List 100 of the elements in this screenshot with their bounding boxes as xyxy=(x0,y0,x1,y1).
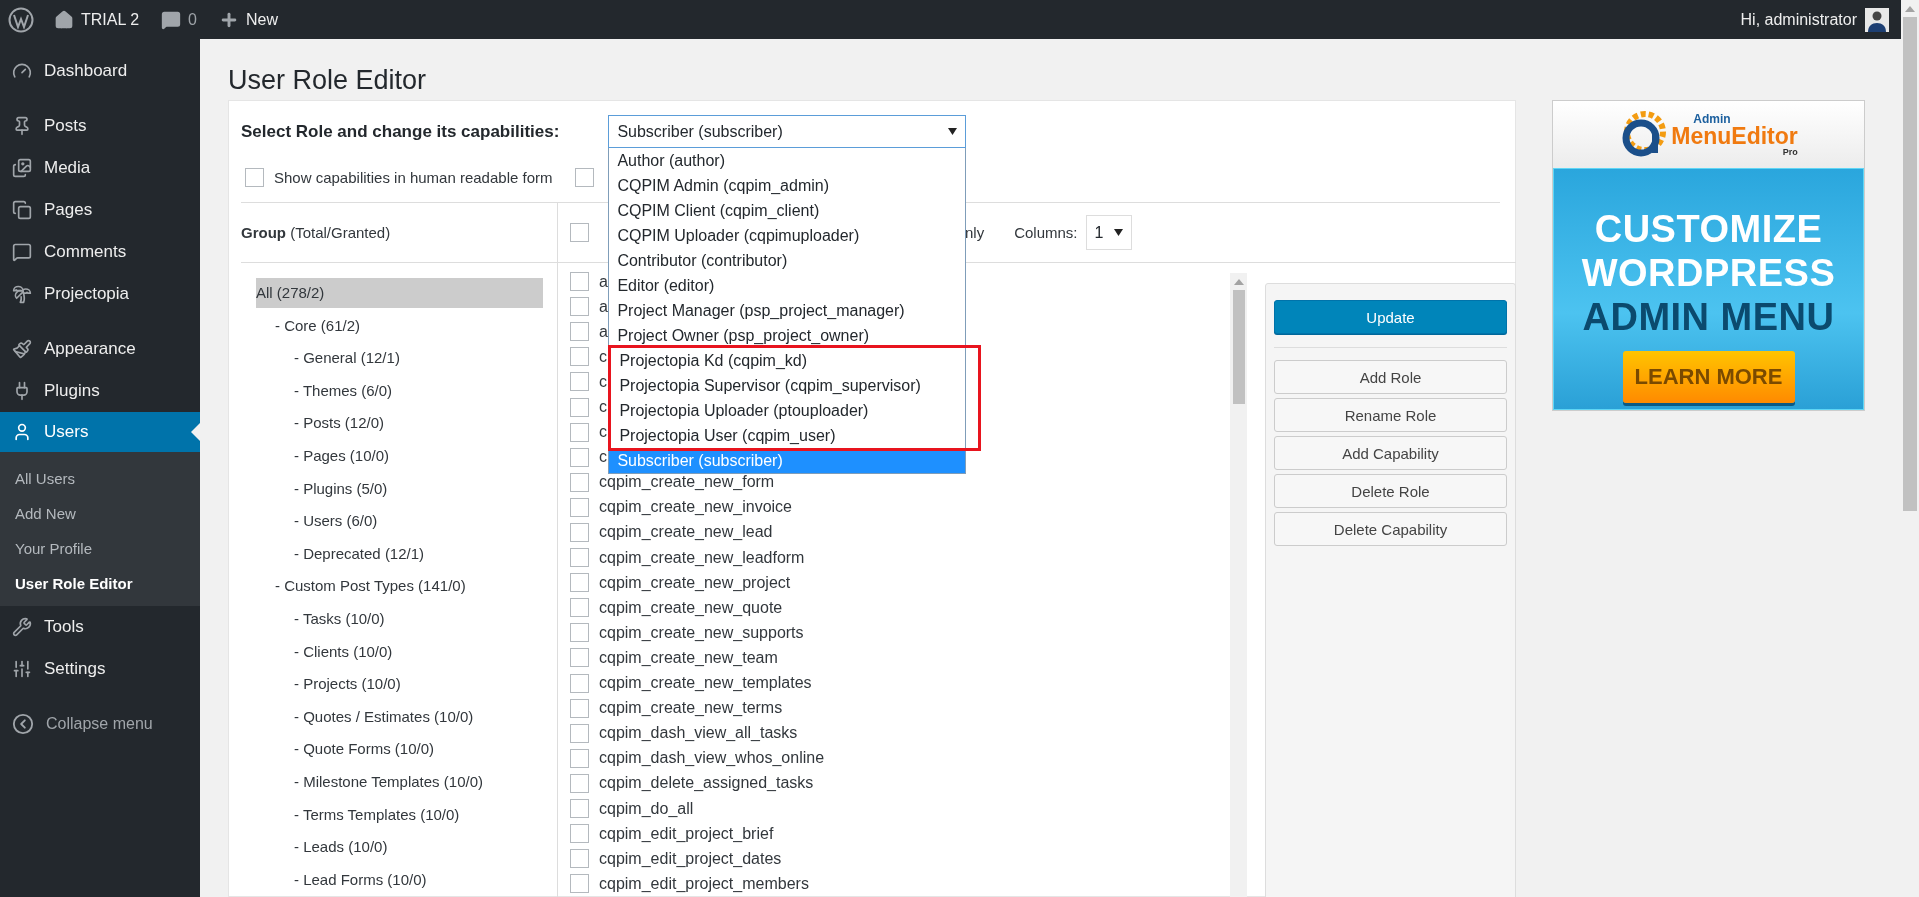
capability-checkbox[interactable] xyxy=(570,748,589,768)
group-tree-item[interactable]: - Posts (12/0) xyxy=(294,408,557,441)
capability-checkbox[interactable] xyxy=(570,372,589,392)
capability-checkbox[interactable] xyxy=(570,272,589,292)
sidebar-item[interactable]: Projectopia xyxy=(0,273,200,315)
capability-checkbox[interactable] xyxy=(570,347,589,367)
submenu-item[interactable]: Your Profile xyxy=(0,531,200,566)
capability-name: cqpim_create_new_team xyxy=(599,648,778,667)
option-checkbox[interactable] xyxy=(574,167,594,187)
capability-checkbox[interactable] xyxy=(570,849,589,869)
group-tree-item[interactable]: - Core (61/2) xyxy=(275,310,557,344)
group-tree-item[interactable]: - Clients (10/0) xyxy=(294,636,557,670)
capability-checkbox[interactable] xyxy=(570,723,589,743)
submenu-item[interactable]: User Role Editor xyxy=(0,566,200,601)
scroll-up-arrow-icon[interactable] xyxy=(1233,278,1244,286)
action-button[interactable]: Rename Role xyxy=(1274,398,1507,432)
columns-select[interactable]: 1 xyxy=(1085,215,1132,250)
capability-checkbox[interactable] xyxy=(570,322,589,342)
sidebar-item[interactable]: Dashboard xyxy=(0,50,200,92)
option-checkbox[interactable] xyxy=(245,167,264,187)
scroll-up-arrow-icon[interactable] xyxy=(1905,5,1915,13)
group-tree-item[interactable]: - Pages (10/0) xyxy=(294,440,557,474)
group-tree-item[interactable]: - Terms Templates (10/0) xyxy=(294,799,557,833)
group-tree-item[interactable]: - Users (6/0) xyxy=(294,506,557,539)
role-option[interactable]: Editor (editor) xyxy=(609,273,966,298)
capability-checkbox[interactable] xyxy=(570,497,589,517)
scrollbar-thumb[interactable] xyxy=(1903,17,1917,511)
group-tree-item[interactable]: - Plugins (5/0) xyxy=(294,473,557,507)
sidebar-item[interactable]: Appearance xyxy=(0,328,200,370)
group-tree-item[interactable]: - Leads (10/0) xyxy=(294,832,557,865)
role-option[interactable]: Projectopia User (cqpim_user) xyxy=(611,423,966,448)
capability-checkbox[interactable] xyxy=(570,397,589,417)
capability-checkbox[interactable] xyxy=(570,447,589,467)
capability-checkbox[interactable] xyxy=(570,472,589,492)
capability-checkbox[interactable] xyxy=(570,648,589,668)
select-all-checkbox[interactable] xyxy=(570,223,589,242)
capability-name: cqpim_create_new_leadform xyxy=(599,548,805,567)
capability-checkbox[interactable] xyxy=(570,698,589,718)
list-scrollbar[interactable] xyxy=(1230,273,1247,897)
group-tree-item[interactable]: - Milestone Templates (10/0) xyxy=(294,766,557,800)
role-option[interactable]: Projectopia Supervisor (cqpim_supervisor) xyxy=(611,373,966,398)
group-tree-item[interactable]: - Custom Post Types (141/0) xyxy=(275,571,557,604)
new-link[interactable]: New xyxy=(219,9,278,30)
action-button[interactable]: Delete Role xyxy=(1274,474,1507,508)
collapse-menu-button[interactable]: Collapse menu xyxy=(0,703,200,745)
capability-checkbox[interactable] xyxy=(570,673,589,693)
group-tree-item[interactable]: - Quotes / Estimates (10/0) xyxy=(294,701,557,735)
group-tree-item[interactable]: - Quote Forms (10/0) xyxy=(294,734,557,767)
capability-checkbox[interactable] xyxy=(570,799,589,818)
capability-checkbox[interactable] xyxy=(570,297,589,317)
role-select[interactable]: Subscriber (subscriber) xyxy=(608,115,967,148)
sidebar-item[interactable]: Pages xyxy=(0,189,200,231)
capability-checkbox[interactable] xyxy=(570,548,589,568)
submenu-item[interactable]: All Users xyxy=(0,461,200,496)
sidebar-item[interactable]: Settings xyxy=(0,648,200,690)
capability-checkbox[interactable] xyxy=(570,623,589,643)
capability-checkbox[interactable] xyxy=(570,598,589,618)
role-option[interactable]: Project Owner (psp_project_owner) xyxy=(609,323,966,348)
capability-checkbox[interactable] xyxy=(570,573,589,593)
site-link[interactable]: TRIAL 2 xyxy=(54,9,140,30)
sidebar-item[interactable]: Comments xyxy=(0,231,200,273)
capability-name: cqpim_create_new_terms xyxy=(599,699,783,718)
action-button[interactable]: Delete Capability xyxy=(1274,512,1507,546)
role-option[interactable]: Contributor (contributor) xyxy=(609,248,966,273)
avatar-icon[interactable] xyxy=(1865,7,1889,32)
sidebar-item[interactable]: Tools xyxy=(0,606,200,648)
group-tree-item[interactable]: - Themes (6/0) xyxy=(294,375,557,409)
submenu-item[interactable]: Add New xyxy=(0,496,200,531)
scrollbar-thumb[interactable] xyxy=(1232,290,1245,404)
capability-checkbox[interactable] xyxy=(570,523,589,542)
comments-link[interactable]: 0 xyxy=(161,9,197,30)
capability-name: cqpim_create_new_templates xyxy=(599,674,812,693)
role-option[interactable]: Author (author) xyxy=(609,148,966,173)
role-option[interactable]: Projectopia Kd (cqpim_kd) xyxy=(611,348,966,373)
group-tree-item[interactable]: - Projects (10/0) xyxy=(294,669,557,702)
capability-name: a xyxy=(599,322,608,341)
account-link[interactable]: Hi, administrator xyxy=(1740,10,1857,29)
action-button[interactable]: Add Capability xyxy=(1274,436,1507,470)
sidebar-item[interactable]: Posts xyxy=(0,105,200,147)
group-tree-item[interactable]: - Deprecated (12/1) xyxy=(294,538,557,572)
capability-checkbox[interactable] xyxy=(570,824,589,844)
role-select-label: Select Role and change its capabilities: xyxy=(241,121,560,142)
role-option[interactable]: Projectopia Uploader (ptouploader) xyxy=(611,398,966,423)
role-option[interactable]: CQPIM Client (cqpim_client) xyxy=(609,198,966,223)
ad-banner[interactable]: Admin MenuEditor Pro CUSTOMIZE WORDPRESS ADMIN MENU LEARN MORE xyxy=(1552,100,1865,411)
capability-checkbox[interactable] xyxy=(570,773,589,793)
learn-more-button[interactable]: LEARN MORE xyxy=(1622,351,1795,403)
capability-checkbox[interactable] xyxy=(570,422,589,442)
sidebar-item[interactable]: Users xyxy=(0,412,200,452)
capability-checkbox[interactable] xyxy=(570,874,589,894)
action-button[interactable]: Add Role xyxy=(1274,360,1507,394)
update-button[interactable]: Update xyxy=(1274,300,1507,334)
role-option[interactable]: CQPIM Uploader (cqpimuploader) xyxy=(609,223,966,248)
group-tree-item[interactable]: - General (12/1) xyxy=(294,343,557,376)
group-tree-item[interactable]: - Lead Forms (10/0) xyxy=(294,864,557,897)
sidebar-item[interactable]: Media xyxy=(0,147,200,189)
role-option[interactable]: CQPIM Admin (cqpim_admin) xyxy=(609,173,966,198)
group-tree-item[interactable]: - Tasks (10/0) xyxy=(294,603,557,637)
sidebar-item[interactable]: Plugins xyxy=(0,370,200,412)
role-option[interactable]: Project Manager (psp_project_manager) xyxy=(609,298,966,323)
